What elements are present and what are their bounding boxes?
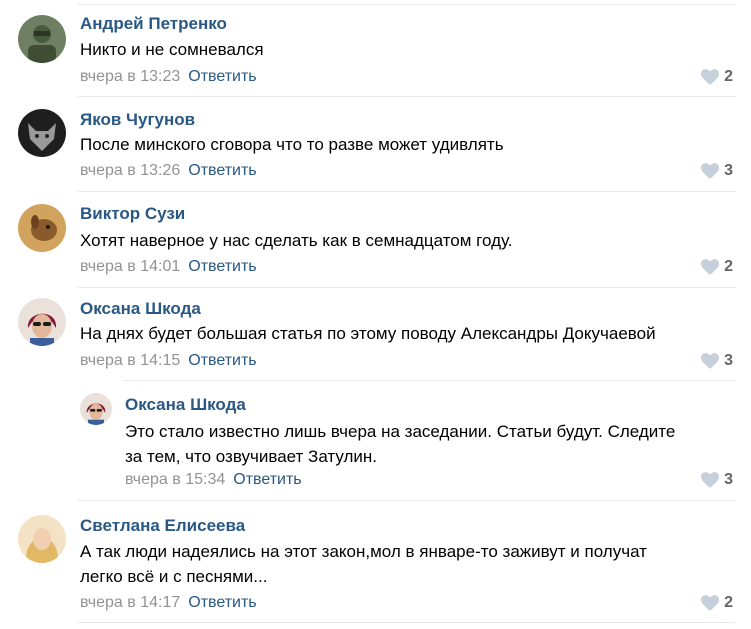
comment-item: Оксана Шкода На днях будет большая стать… <box>0 287 751 380</box>
comment-author[interactable]: Светлана Елисеева <box>80 516 245 536</box>
comment-item: Светлана Елисеева А так люди надеялись н… <box>0 500 751 622</box>
comment-author[interactable]: Андрей Петренко <box>80 14 227 34</box>
comment-text: Хотят наверное у нас сделать как в семна… <box>80 231 513 250</box>
like-button[interactable]: 2 <box>701 68 733 86</box>
comment-meta: вчера в 13:23 Ответить <box>80 68 257 86</box>
heart-icon <box>701 595 720 611</box>
like-count: 3 <box>724 352 733 369</box>
wolf-avatar-icon[interactable] <box>18 109 66 157</box>
comment-meta: вчера в 15:34 Ответить <box>125 471 302 489</box>
comment-author[interactable]: Яков Чугунов <box>80 110 195 130</box>
comment-meta: вчера в 14:01 Ответить <box>80 258 257 276</box>
reply-button[interactable]: Ответить <box>188 352 256 369</box>
comment-item: Яков Чугунов После минского сговора что … <box>0 96 751 191</box>
comment-time[interactable]: вчера в 15:34 <box>125 471 225 488</box>
comment-item: Виктор Сузи Хотят наверное у нас сделать… <box>0 191 751 287</box>
comment-meta: вчера в 13:26 Ответить <box>80 162 257 180</box>
like-button[interactable]: 3 <box>701 162 733 180</box>
comment-time[interactable]: вчера в 14:17 <box>80 594 180 611</box>
soldier-avatar-icon[interactable] <box>18 15 66 63</box>
like-button[interactable]: 3 <box>701 352 733 370</box>
like-button[interactable]: 3 <box>701 471 733 489</box>
comment-time[interactable]: вчера в 13:23 <box>80 68 180 85</box>
comment-time[interactable]: вчера в 14:15 <box>80 352 180 369</box>
reply-button[interactable]: Ответить <box>233 471 301 488</box>
comment-meta: вчера в 14:15 Ответить <box>80 352 257 370</box>
like-count: 2 <box>724 594 733 611</box>
comment-author[interactable]: Виктор Сузи <box>80 204 185 224</box>
heart-icon <box>701 259 720 275</box>
comment-text: На днях будет большая статья по этому по… <box>80 324 656 343</box>
comment-time[interactable]: вчера в 14:01 <box>80 258 180 275</box>
comment-meta: вчера в 14:17 Ответить <box>80 594 257 612</box>
like-button[interactable]: 2 <box>701 594 733 612</box>
heart-icon <box>701 353 720 369</box>
comment-text: Это стало известно лишь вчера на заседан… <box>125 422 676 466</box>
heart-icon <box>701 69 720 85</box>
heart-icon <box>701 163 720 179</box>
like-count: 2 <box>724 258 733 275</box>
comment-time[interactable]: вчера в 13:26 <box>80 162 180 179</box>
woman-sunglasses-avatar-icon[interactable] <box>80 393 112 425</box>
like-count: 2 <box>724 68 733 85</box>
comment-text: После минского сговора что то разве може… <box>80 135 504 154</box>
bottom-separator <box>78 622 735 623</box>
heart-icon <box>701 472 720 488</box>
comment-author[interactable]: Оксана Шкода <box>125 395 246 415</box>
comment-text: А так люди надеялись на этот закон,мол в… <box>80 542 647 586</box>
dog-avatar-icon[interactable] <box>18 204 66 252</box>
like-count: 3 <box>724 471 733 488</box>
comment-text: Никто и не сомневался <box>80 40 264 59</box>
like-button[interactable]: 2 <box>701 258 733 276</box>
woman-sunglasses-avatar-icon[interactable] <box>18 298 66 346</box>
like-count: 3 <box>724 162 733 179</box>
reply-comment-item: Оксана Шкода Это стало известно лишь вче… <box>0 380 751 500</box>
comment-author[interactable]: Оксана Шкода <box>80 299 201 319</box>
reply-button[interactable]: Ответить <box>188 594 256 611</box>
reply-button[interactable]: Ответить <box>188 258 256 275</box>
comment-item: Андрей Петренко Никто и не сомневался вч… <box>0 0 751 96</box>
reply-button[interactable]: Ответить <box>188 162 256 179</box>
reply-button[interactable]: Ответить <box>188 68 256 85</box>
blonde-woman-avatar-icon[interactable] <box>18 515 66 563</box>
